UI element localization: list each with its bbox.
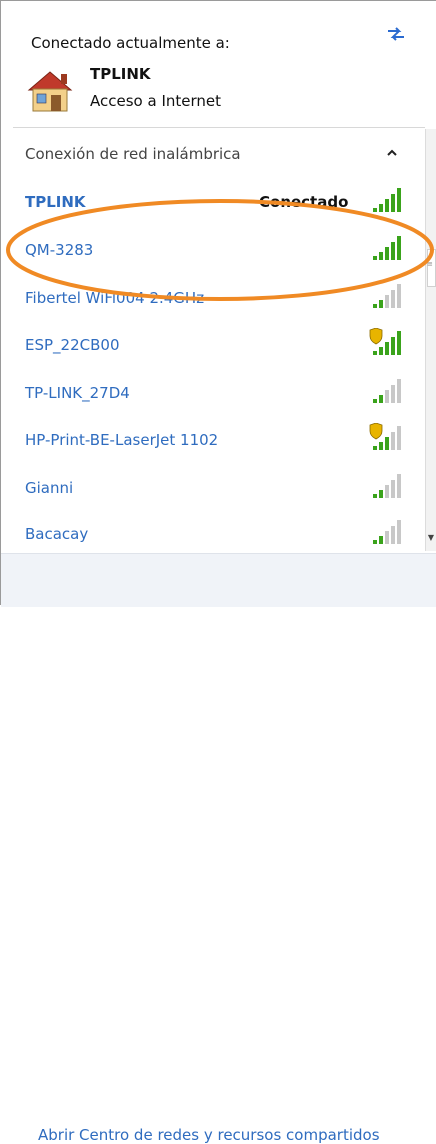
refresh-icon[interactable] — [385, 25, 407, 43]
section-title: Conexión de red inalámbrica — [25, 145, 241, 163]
network-item-5[interactable]: HP-Print-BE-LaserJet 1102 — [25, 431, 218, 449]
wifi-signal-icon — [369, 328, 401, 355]
network-center-link[interactable]: Abrir Centro de redes y recursos compart… — [38, 1126, 380, 1144]
network-item-0[interactable]: TPLINK — [25, 193, 86, 211]
wifi-signal-icon — [373, 188, 401, 212]
grip-icon: ≡ — [427, 260, 433, 268]
network-item-1[interactable]: QM-3283 — [25, 241, 93, 259]
scroll-down-icon[interactable]: ▼ — [425, 533, 436, 547]
network-item-4[interactable]: TP-LINK_27D4 — [25, 384, 130, 402]
wifi-signal-icon — [373, 379, 401, 403]
chevron-up-icon[interactable] — [385, 147, 399, 159]
scrollbar[interactable] — [425, 129, 436, 551]
connected-label: Conectado actualmente a: — [31, 34, 230, 52]
current-network-name: TPLINK — [90, 65, 151, 83]
wifi-signal-icon — [373, 236, 401, 260]
network-popup: Conectado actualmente a: TPLINK Acceso a… — [0, 0, 436, 1144]
wifi-signal-icon — [369, 423, 401, 450]
footer: Abrir Centro de redes y recursos compart… — [1, 553, 436, 1144]
house-icon — [25, 68, 75, 114]
network-item-6[interactable]: Gianni — [25, 479, 73, 497]
wifi-signal-icon — [373, 474, 401, 498]
divider — [13, 127, 425, 128]
current-network-status: Acceso a Internet — [90, 92, 222, 110]
wifi-signal-icon — [373, 284, 401, 308]
network-item-7[interactable]: Bacacay — [25, 525, 88, 543]
network-item-2[interactable]: Fibertel WiFi004 2.4GHz — [25, 289, 204, 307]
network-item-3[interactable]: ESP_22CB00 — [25, 336, 119, 354]
wifi-signal-icon — [373, 520, 401, 544]
network-status: Conectado — [259, 193, 349, 211]
